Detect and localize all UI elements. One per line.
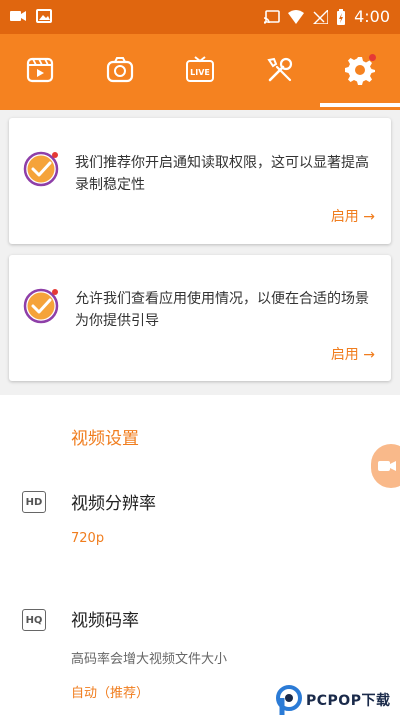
status-bar: 4:00 [0, 0, 400, 34]
cast-icon [264, 9, 280, 24]
enable-button[interactable]: 启用 → [331, 206, 375, 226]
tab-video-list[interactable] [20, 46, 60, 94]
bitrate-subtitle: 高码率会增大视频文件大小 [71, 652, 228, 667]
active-tab-indicator [320, 103, 400, 107]
resolution-value: 720p [71, 531, 105, 546]
enable-button[interactable]: 启用 → [331, 344, 375, 364]
tab-live[interactable]: LIVE [180, 46, 220, 94]
notification-permission-card: 我们推荐你开启通知读取权限，这可以显著提高录制稳定性 启用 → [9, 118, 391, 244]
watermark-text: PCPOP下载 [306, 693, 391, 709]
card-message: 允许我们查看应用使用情况，以便在合适的场景为你提供引导 [75, 291, 369, 329]
camera-icon [378, 461, 396, 471]
hd-icon: HD [22, 491, 46, 513]
video-icon [10, 11, 26, 21]
live-icon: LIVE [186, 56, 214, 82]
resolution-title: 视频分辨率 [71, 494, 156, 514]
battery-charging-icon [337, 8, 346, 25]
check-badge-icon [23, 151, 59, 187]
watermark: PCPOP下载 [276, 684, 390, 716]
wifi-icon [288, 9, 305, 24]
signal-icon [313, 9, 329, 24]
section-title-video-settings: 视频设置 [71, 429, 139, 449]
bitrate-title: 视频码率 [71, 611, 139, 631]
pcpop-logo-icon [276, 685, 302, 715]
tools-icon [267, 57, 293, 82]
video-list-icon [26, 57, 54, 83]
floating-record-button[interactable] [371, 444, 400, 488]
image-icon [36, 9, 52, 23]
status-time: 4:00 [354, 7, 390, 26]
tab-tools[interactable] [260, 46, 300, 94]
top-tab-bar: LIVE [0, 34, 400, 110]
tab-screenshot[interactable] [100, 46, 140, 94]
check-badge-icon [23, 288, 59, 324]
tab-settings[interactable] [340, 46, 380, 94]
bitrate-value: 自动（推荐） [71, 686, 150, 701]
usage-access-card: 允许我们查看应用使用情况，以便在合适的场景为你提供引导 启用 → [9, 255, 391, 381]
card-message: 我们推荐你开启通知读取权限，这可以显著提高录制稳定性 [75, 155, 369, 193]
hq-icon: HQ [22, 609, 46, 631]
live-label: LIVE [190, 68, 210, 77]
screenshot-icon [106, 57, 134, 83]
settings-badge-dot [369, 54, 376, 61]
